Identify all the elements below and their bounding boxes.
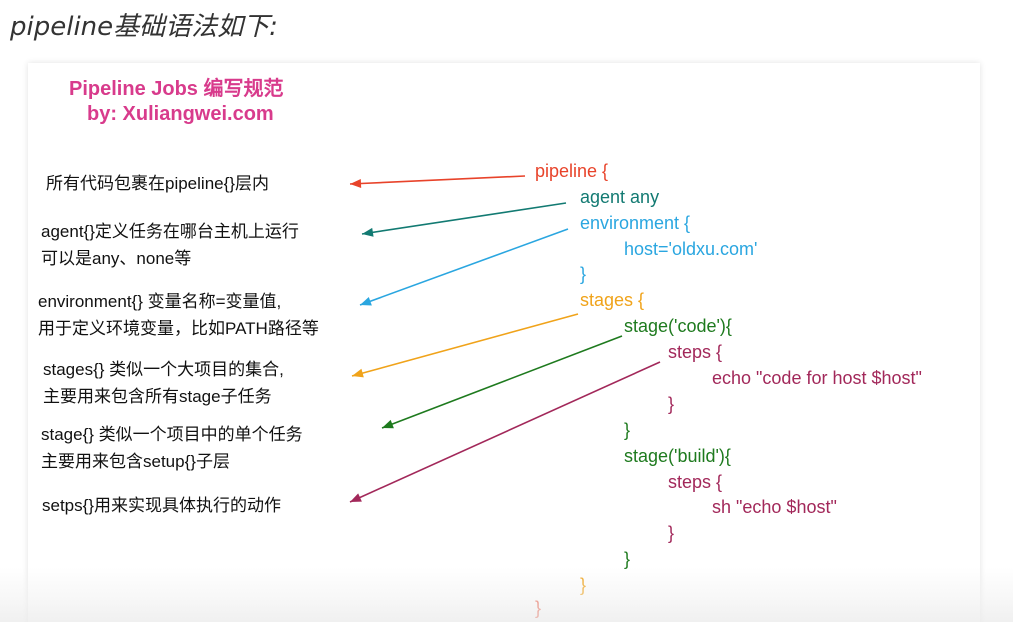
code-line-stage-build: stage('build'){ xyxy=(624,446,731,466)
note-pipeline: 所有代码包裹在pipeline{}层内 xyxy=(46,170,269,197)
note-environment-line2: 用于定义环境变量，比如PATH路径等 xyxy=(38,319,319,338)
note-agent: agent{}定义任务在哪台主机上运行 可以是any、none等 xyxy=(41,218,299,272)
note-stage-line1: stage{} 类似一个项目中的单个任务 xyxy=(41,425,303,444)
code-line-stages: stages { xyxy=(580,290,645,310)
note-environment-line1: environment{} 变量名称=变量值, xyxy=(38,292,282,311)
code-line-steps-2: steps { xyxy=(668,472,723,492)
code-line-steps-2-close: } xyxy=(668,523,675,543)
code-line-stage-code: stage('code'){ xyxy=(624,316,732,336)
note-stages: stages{} 类似一个大项目的集合, 主要用来包含所有stage子任务 xyxy=(43,356,284,410)
note-stage-line2: 主要用来包含setup{}子层 xyxy=(41,452,230,471)
note-environment: environment{} 变量名称=变量值, 用于定义环境变量，比如PATH路… xyxy=(38,288,319,342)
code-line-environment-close: } xyxy=(580,264,587,284)
code-line-echo: echo "code for host $host" xyxy=(712,368,922,388)
code-line-steps-1-close: } xyxy=(668,394,675,414)
note-agent-line2: 可以是any、none等 xyxy=(41,249,192,268)
diagram-subtitle: by: Xuliangwei.com xyxy=(87,103,274,125)
code-line-environment: environment { xyxy=(580,213,691,233)
note-stage: stage{} 类似一个项目中的单个任务 主要用来包含setup{}子层 xyxy=(41,421,303,475)
note-agent-line1: agent{}定义任务在哪台主机上运行 xyxy=(41,222,299,241)
code-line-pipeline: pipeline { xyxy=(535,161,609,181)
code-line-host: host='oldxu.com' xyxy=(624,239,758,259)
page-heading: pipeline基础语法如下: xyxy=(10,12,278,42)
code-line-steps-1: steps { xyxy=(668,342,723,362)
code-line-stages-close: } xyxy=(580,575,587,595)
diagram-card xyxy=(28,63,980,622)
code-line-agent: agent any xyxy=(580,187,660,207)
note-steps-line1: setps{}用来实现具体执行的动作 xyxy=(42,496,281,515)
code-line-sh: sh "echo $host" xyxy=(712,497,837,517)
code-line-stage-build-close: } xyxy=(624,549,631,569)
page: pipeline基础语法如下: Pipeline Jobs 编写规范 by: X… xyxy=(0,0,1013,622)
code-line-pipeline-close: } xyxy=(535,598,542,618)
diagram-title: Pipeline Jobs 编写规范 xyxy=(69,78,284,100)
note-stages-line1: stages{} 类似一个大项目的集合, xyxy=(43,360,284,379)
note-steps: setps{}用来实现具体执行的动作 xyxy=(42,492,281,519)
note-pipeline-line1: 所有代码包裹在pipeline{}层内 xyxy=(46,174,269,193)
code-line-stage-code-close: } xyxy=(624,420,631,440)
note-stages-line2: 主要用来包含所有stage子任务 xyxy=(43,387,272,406)
